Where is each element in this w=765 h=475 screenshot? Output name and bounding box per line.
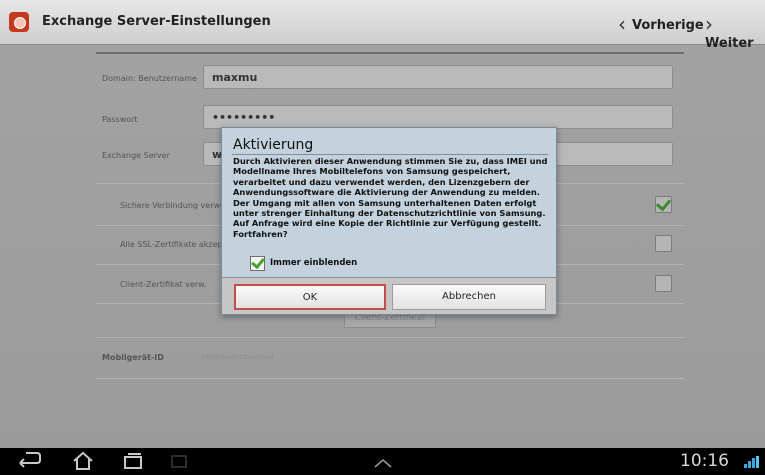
next-button[interactable]: ›Weiter	[705, 12, 765, 51]
settings-app-icon	[9, 12, 29, 32]
recent-apps-icon[interactable]	[122, 452, 144, 474]
client-certificate-checkbox[interactable]	[655, 275, 672, 292]
up-arrow-icon[interactable]	[373, 454, 393, 473]
dialog-title-divider	[232, 154, 548, 155]
secure-connection-checkbox[interactable]	[655, 196, 672, 213]
domain-username-field[interactable]: maxmu	[203, 65, 673, 89]
next-label: Weiter	[705, 36, 754, 51]
activation-dialog: Aktivierung Durch Aktivieren dieser Anwe…	[221, 127, 557, 315]
mobile-id-value: SAMSUNG02123947004	[201, 354, 274, 361]
client-certificate-label: Client-Zertifikat verw.	[120, 280, 207, 289]
row-divider	[96, 337, 684, 338]
exchange-server-label: Exchange Server	[102, 151, 170, 160]
always-show-label[interactable]: Immer einblenden	[270, 258, 357, 268]
cancel-button[interactable]: Abbrechen	[392, 284, 546, 310]
password-field[interactable]: •••••••••	[203, 105, 673, 129]
secure-connection-label: Sichere Verbindung verwe	[120, 201, 225, 210]
previous-label: Vorherige	[632, 18, 704, 33]
chevron-left-icon: ‹	[618, 12, 626, 36]
ssl-certificates-label: Alle SSL-Zertifikate akzept	[120, 240, 226, 249]
clock: 10:16	[680, 451, 729, 471]
always-show-checkbox[interactable]	[250, 256, 265, 271]
home-icon[interactable]	[72, 451, 94, 474]
signal-icon	[744, 456, 760, 468]
ok-button[interactable]: OK	[234, 284, 386, 310]
dialog-button-bar: OK Abbrechen	[222, 277, 556, 314]
domain-label: Domain: Benutzername	[102, 74, 197, 83]
form-top-divider	[96, 52, 684, 54]
page-title: Exchange Server-Einstellungen	[42, 14, 271, 29]
dialog-message: Durch Aktivieren dieser Anwendung stimme…	[233, 156, 548, 239]
row-divider	[96, 378, 684, 379]
chevron-right-icon: ›	[705, 12, 713, 36]
app-window: Exchange Server-Einstellungen ‹ Vorherige…	[0, 0, 765, 448]
ssl-certificates-checkbox[interactable]	[655, 235, 672, 252]
title-bar: Exchange Server-Einstellungen ‹ Vorherige…	[0, 0, 765, 51]
dialog-title: Aktivierung	[233, 137, 314, 153]
password-label: Passwort	[102, 115, 138, 124]
system-bar: 10:16	[0, 448, 765, 475]
screenshot-icon[interactable]	[170, 452, 188, 474]
mobile-id-label: Mobilgerät-ID	[102, 353, 164, 362]
back-icon[interactable]	[18, 452, 42, 472]
previous-button[interactable]: ‹ Vorherige	[618, 12, 704, 36]
